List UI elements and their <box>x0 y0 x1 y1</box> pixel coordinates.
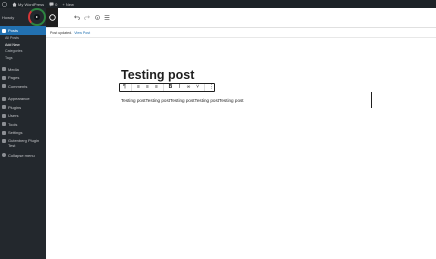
sidebar-item-label: Gutenberg Plugin Test <box>8 138 40 148</box>
list-view-button[interactable] <box>102 13 112 23</box>
align-right-icon[interactable]: ≡ <box>154 84 159 91</box>
user-greeting: Howdy <box>2 14 15 20</box>
media-icon <box>2 67 6 72</box>
sidebar-item-tools[interactable]: Tools <box>0 120 46 129</box>
play-cursor-icon <box>34 14 40 20</box>
view-post-link[interactable]: View Post <box>74 31 90 35</box>
sidebar-item-label: Comments <box>8 83 28 89</box>
editor-header-toolbar <box>46 8 436 28</box>
sidebar-item-label: Pages <box>8 75 20 81</box>
sidebar-item-label: Collapse menu <box>8 152 35 158</box>
sidebar-item-pages[interactable]: Pages <box>0 74 46 83</box>
gutenberg-icon <box>2 139 6 143</box>
details-button[interactable] <box>92 13 102 23</box>
sidebar-item-label: Appearance <box>8 96 30 102</box>
admin-bar: My WordPress 0 + New <box>0 0 436 8</box>
notice-text: Post updated. <box>50 30 73 35</box>
sidebar-item-label: Posts <box>8 28 19 33</box>
wordpress-logo[interactable] <box>2 1 7 7</box>
users-icon <box>2 113 6 118</box>
sidebar-item-label: Tools <box>8 121 18 127</box>
more-options-icon[interactable]: ⋮ <box>209 84 214 91</box>
comments-count: 0 <box>55 1 58 7</box>
post-title[interactable]: Testing post <box>121 68 194 82</box>
sidebar-item-media[interactable]: Media <box>0 65 46 74</box>
collapse-icon <box>2 153 6 158</box>
redo-icon <box>84 15 90 20</box>
block-editor: Post updated. View Post Testing post ¶ ≡… <box>46 8 436 259</box>
block-toolbar: ¶ ≡ ≡ ≡ B I ∞ ˅ ⋮ <box>119 83 215 92</box>
paragraph-block-icon[interactable]: ¶ <box>122 84 127 91</box>
sidebar-item-posts[interactable]: Posts <box>0 26 46 35</box>
comment-icon <box>49 2 54 6</box>
home-icon <box>12 2 17 6</box>
redo-button[interactable] <box>82 13 92 23</box>
sidebar-item-settings[interactable]: Settings <box>0 129 46 138</box>
wordpress-icon <box>2 1 7 7</box>
comment-icon <box>2 84 6 89</box>
sidebar-item-users[interactable]: Users <box>0 112 46 121</box>
list-icon <box>104 15 110 20</box>
site-name-link[interactable]: My WordPress <box>12 2 44 7</box>
sidebar-item-label: Users <box>8 113 19 119</box>
new-content-link[interactable]: + New <box>62 2 73 7</box>
post-updated-notice: Post updated. View Post <box>46 28 436 38</box>
bold-icon[interactable]: B <box>168 84 173 91</box>
sidebar-item-label: Media <box>8 66 19 72</box>
wordpress-logo-button[interactable] <box>46 8 58 27</box>
page-icon <box>2 75 6 80</box>
sidebar-item-comments[interactable]: Comments <box>0 82 46 91</box>
italic-icon[interactable]: I <box>177 84 182 91</box>
wrench-icon <box>2 122 6 127</box>
toolbar-separator <box>163 84 164 91</box>
sidebar-item-appearance[interactable]: Appearance <box>0 95 46 104</box>
undo-icon <box>74 15 80 20</box>
plugin-icon <box>2 105 6 110</box>
align-left-icon[interactable]: ≡ <box>136 84 141 91</box>
brush-icon <box>2 96 6 101</box>
undo-button[interactable] <box>72 13 82 23</box>
info-icon <box>94 15 100 20</box>
link-icon[interactable]: ∞ <box>186 84 191 91</box>
more-rich-text-chevron-icon[interactable]: ˅ <box>195 84 200 91</box>
paragraph-block[interactable]: Testing postTesting postTesting postTest… <box>121 98 244 103</box>
wordpress-icon <box>48 14 56 21</box>
site-name: My WordPress <box>18 1 45 7</box>
toolbar-separator <box>204 84 205 91</box>
admin-sidebar: Howdy Posts All Posts Add New Categories… <box>0 8 46 259</box>
sidebar-item-label: Settings <box>8 130 23 136</box>
inserter-button[interactable] <box>60 13 70 23</box>
sidebar-user[interactable]: Howdy <box>0 8 46 26</box>
pin-icon <box>2 28 6 33</box>
align-center-icon[interactable]: ≡ <box>145 84 150 91</box>
sidebar-item-plugins[interactable]: Plugins <box>0 103 46 112</box>
settings-icon <box>2 130 6 135</box>
comments-link[interactable]: 0 <box>49 2 57 7</box>
sidebar-item-gutenberg[interactable]: Gutenberg Plugin Test <box>0 137 46 151</box>
toolbar-separator <box>131 84 132 91</box>
sidebar-item-label: Plugins <box>8 104 22 110</box>
sidebar-collapse-menu[interactable]: Collapse menu <box>0 151 46 160</box>
